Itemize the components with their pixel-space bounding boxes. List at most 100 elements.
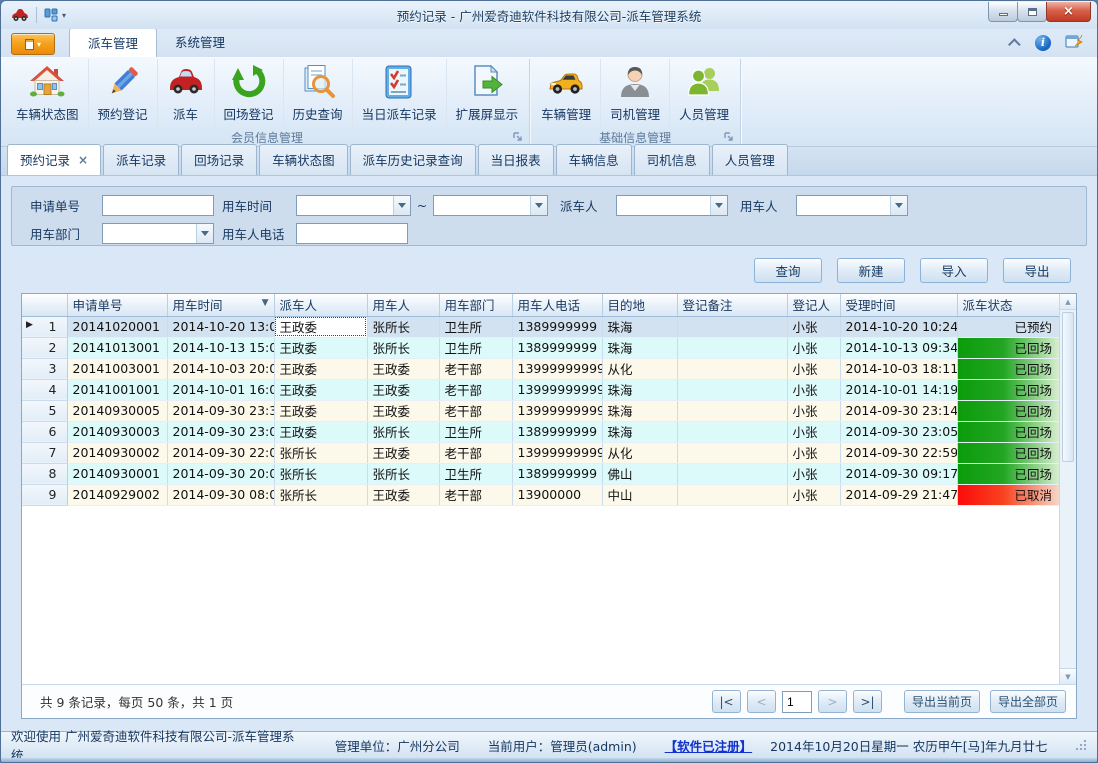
doc-tab-6[interactable]: 车辆信息: [556, 144, 632, 175]
cell[interactable]: 老干部: [439, 358, 512, 379]
collapse-ribbon-icon[interactable]: [1008, 38, 1021, 51]
cell[interactable]: 2014-09-29 21:47: [840, 484, 957, 505]
column-header-2[interactable]: 用车时间▼: [167, 294, 274, 316]
cell[interactable]: 王政委: [367, 358, 439, 379]
cell[interactable]: 王政委: [367, 484, 439, 505]
cell[interactable]: 张所长: [367, 463, 439, 484]
table-row[interactable]: 3201410030012014-10-03 20:00王政委王政委老干部139…: [22, 358, 1061, 379]
last-page-button[interactable]: >|: [853, 690, 882, 713]
table-row[interactable]: 9201409290022014-09-30 08:00张所长王政委老干部139…: [22, 484, 1061, 505]
ribbon-button-screen-extend[interactable]: 扩展屏显示: [447, 59, 528, 128]
vertical-scrollbar[interactable]: ▲ ▼: [1059, 294, 1076, 684]
cell[interactable]: 张所长: [274, 442, 367, 463]
cell[interactable]: 老干部: [439, 379, 512, 400]
cell[interactable]: 13999999999: [512, 379, 602, 400]
license-link[interactable]: 【软件已注册】: [665, 736, 753, 755]
cell[interactable]: 王政委: [274, 316, 367, 337]
cell[interactable]: [677, 463, 787, 484]
cell[interactable]: 张所长: [367, 316, 439, 337]
cell[interactable]: 卫生所: [439, 463, 512, 484]
cell[interactable]: [677, 400, 787, 421]
cell[interactable]: 王政委: [274, 400, 367, 421]
ribbon-tab-dispatch-mgmt[interactable]: 派车管理: [69, 28, 157, 57]
ribbon-button-driver[interactable]: 司机管理: [601, 59, 670, 128]
cell[interactable]: [677, 442, 787, 463]
dialog-launcher-icon[interactable]: [724, 132, 735, 143]
app-menu-button[interactable]: ▾: [11, 33, 55, 55]
cell[interactable]: 王政委: [367, 442, 439, 463]
column-header-11[interactable]: 派车状态: [957, 294, 1061, 316]
ribbon-button-people[interactable]: 人员管理: [670, 59, 738, 128]
cell[interactable]: 20140930001: [67, 463, 167, 484]
scrollbar-thumb[interactable]: [1062, 312, 1074, 462]
new-button[interactable]: 新建: [837, 258, 905, 283]
export-button[interactable]: 导出: [1003, 258, 1071, 283]
cell[interactable]: 珠海: [602, 400, 677, 421]
cell[interactable]: 20141001001: [67, 379, 167, 400]
row-indicator[interactable]: 2: [22, 337, 67, 358]
layout-icon[interactable]: [44, 8, 58, 22]
cell[interactable]: 卫生所: [439, 337, 512, 358]
department-combo[interactable]: [102, 223, 214, 244]
combo-arrow-icon[interactable]: [393, 196, 410, 215]
cell[interactable]: 王政委: [274, 379, 367, 400]
cell[interactable]: 小张: [787, 484, 840, 505]
maximize-button[interactable]: [1017, 2, 1047, 22]
phone-input[interactable]: [296, 223, 408, 244]
cell[interactable]: 珠海: [602, 316, 677, 337]
cell[interactable]: 小张: [787, 316, 840, 337]
column-header-8[interactable]: 登记备注: [677, 294, 787, 316]
row-indicator[interactable]: ▶1: [22, 316, 67, 337]
table-row[interactable]: ▶1201410200012014-10-20 13:00王政委张所长卫生所13…: [22, 316, 1061, 337]
cell[interactable]: 从化: [602, 442, 677, 463]
cell[interactable]: 13900000: [512, 484, 602, 505]
row-indicator[interactable]: 7: [22, 442, 67, 463]
table-row[interactable]: 4201410010012014-10-01 16:00王政委王政委老干部139…: [22, 379, 1061, 400]
cell[interactable]: 2014-09-30 08:00: [167, 484, 274, 505]
cell[interactable]: 王政委: [367, 379, 439, 400]
row-indicator[interactable]: 4: [22, 379, 67, 400]
cell[interactable]: [677, 316, 787, 337]
query-button[interactable]: 查询: [754, 258, 822, 283]
cell[interactable]: 佛山: [602, 463, 677, 484]
dialog-launcher-icon[interactable]: [513, 132, 524, 143]
cell[interactable]: 2014-10-01 16:00: [167, 379, 274, 400]
combo-arrow-icon[interactable]: [710, 196, 727, 215]
cell[interactable]: 张所长: [274, 484, 367, 505]
ribbon-button-red-car[interactable]: 派车: [158, 59, 215, 128]
ribbon-button-pencil[interactable]: 预约登记: [89, 59, 158, 128]
cell[interactable]: 珠海: [602, 421, 677, 442]
doc-tab-7[interactable]: 司机信息: [634, 144, 710, 175]
cell[interactable]: 2014-10-01 14:19: [840, 379, 957, 400]
column-header-6[interactable]: 用车人电话: [512, 294, 602, 316]
next-page-button[interactable]: >: [818, 690, 847, 713]
cell[interactable]: 20140930002: [67, 442, 167, 463]
first-page-button[interactable]: |<: [712, 690, 741, 713]
cell[interactable]: [677, 379, 787, 400]
cell[interactable]: 卫生所: [439, 316, 512, 337]
cell[interactable]: 王政委: [274, 337, 367, 358]
column-header-5[interactable]: 用车部门: [439, 294, 512, 316]
cell[interactable]: 2014-09-30 23:30: [167, 400, 274, 421]
table-row[interactable]: 6201409300032014-09-30 23:00王政委张所长卫生所138…: [22, 421, 1061, 442]
row-indicator[interactable]: 8: [22, 463, 67, 484]
cell[interactable]: 小张: [787, 442, 840, 463]
cell[interactable]: [677, 337, 787, 358]
cell[interactable]: 2014-09-30 23:00: [167, 421, 274, 442]
info-icon[interactable]: i: [1035, 35, 1051, 51]
cell[interactable]: 从化: [602, 358, 677, 379]
cell[interactable]: 小张: [787, 400, 840, 421]
doc-tab-1[interactable]: 派车记录: [103, 144, 179, 175]
cell[interactable]: 20141003001: [67, 358, 167, 379]
cell[interactable]: 20141013001: [67, 337, 167, 358]
import-button[interactable]: 导入: [920, 258, 988, 283]
export-all-pages-button[interactable]: 导出全部页: [990, 690, 1066, 713]
cell[interactable]: 1389999999: [512, 337, 602, 358]
doc-tab-5[interactable]: 当日报表: [478, 144, 554, 175]
row-indicator[interactable]: 3: [22, 358, 67, 379]
combo-arrow-icon[interactable]: [530, 196, 547, 215]
page-number-input[interactable]: [782, 691, 812, 713]
cell[interactable]: 卫生所: [439, 421, 512, 442]
ribbon-button-recycle[interactable]: 回场登记: [215, 59, 284, 128]
request-no-input[interactable]: [102, 195, 214, 216]
